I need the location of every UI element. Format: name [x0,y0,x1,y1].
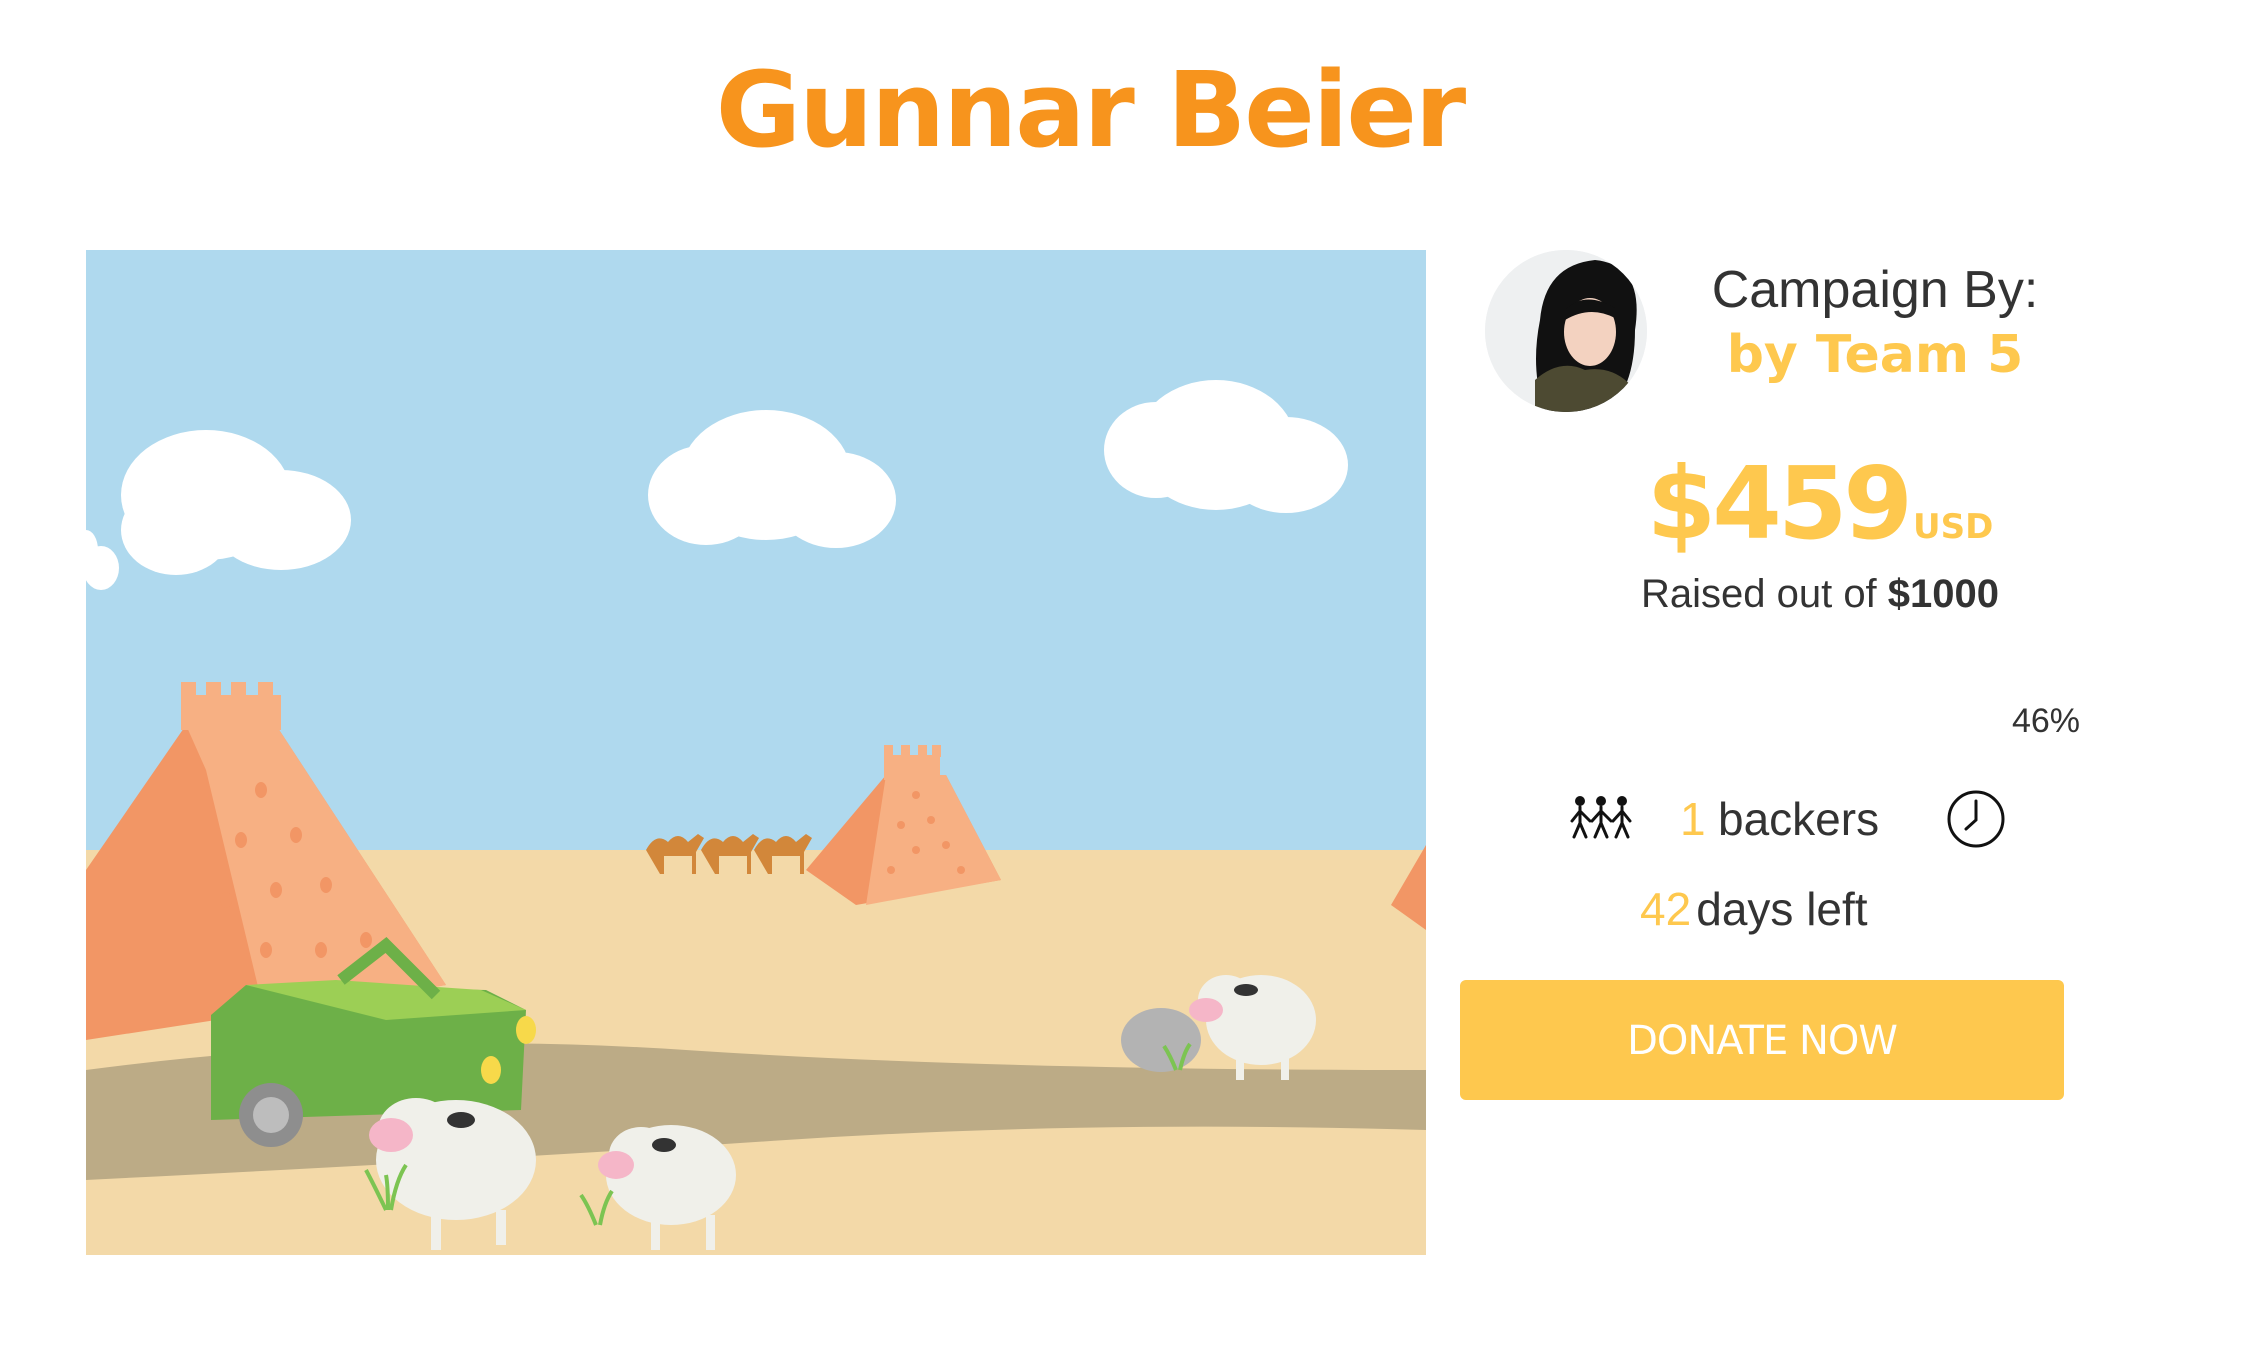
progress-percent: 46% [2011,702,2080,740]
creator-name-link[interactable]: by Team 5 [1690,320,2060,390]
backers-label: backers [1718,793,1880,845]
days-label: days left [1696,883,1868,935]
funding-goal-text: Raised out of $1000 [1540,572,2100,617]
backers-stat: 1 backers [1570,785,2090,865]
clock-icon [1947,790,2005,848]
avatar[interactable] [1485,250,1647,412]
page-title: Gunnar Beier [715,49,1466,171]
donate-button[interactable]: DONATE NOW [1460,980,2064,1100]
days-left-stat: 42 days left [1640,882,2040,952]
goal-amount: $1000 [1887,572,2000,616]
raised-prefix: Raised out of [1640,572,1888,616]
campaign-sidebar: Campaign By: by Team 5 $459 USD Raised ou… [1440,250,2180,1250]
people-icon [1570,796,1632,839]
campaign-by-label: Campaign By: [1711,261,2039,319]
days-count: 42 [1640,883,1692,935]
currency-label: USD [1913,507,1994,547]
rock-illustration [1121,1008,1201,1072]
campaign-hero-image [86,250,1426,1255]
backers-count: 1 [1680,793,1706,845]
amount-value: $459 [1646,445,1913,562]
amount-raised: $459 USD [1540,445,2100,562]
